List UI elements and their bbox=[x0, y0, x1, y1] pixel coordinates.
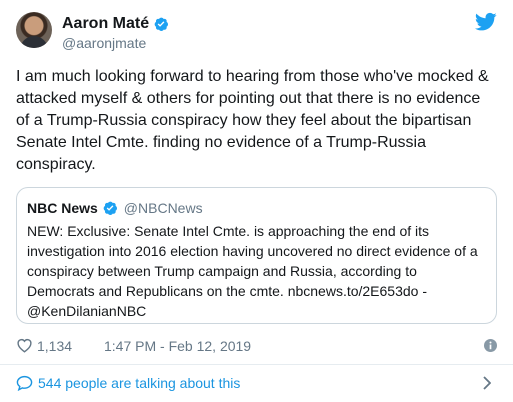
timestamp[interactable]: 1:47 PM - Feb 12, 2019 bbox=[104, 338, 251, 354]
tweet-meta: 1,134 1:47 PM - Feb 12, 2019 bbox=[16, 336, 497, 356]
chevron-right-icon[interactable] bbox=[483, 376, 491, 390]
divider bbox=[0, 364, 513, 365]
author-name[interactable]: Aaron Maté bbox=[62, 15, 149, 33]
avatar[interactable] bbox=[16, 12, 52, 48]
conversation-link[interactable]: 544 people are talking about this bbox=[16, 372, 497, 394]
people-talking-link[interactable]: 544 people are talking about this bbox=[38, 375, 240, 391]
like-count[interactable]: 1,134 bbox=[37, 338, 72, 354]
info-icon[interactable] bbox=[484, 339, 497, 352]
quoted-tweet-header: NBC News @NBCNews bbox=[27, 198, 203, 218]
speech-bubble-icon bbox=[16, 375, 33, 391]
quoted-author-name: NBC News bbox=[27, 200, 98, 216]
author-name-line[interactable]: Aaron Maté bbox=[62, 14, 169, 34]
twitter-bird-icon[interactable] bbox=[475, 12, 497, 32]
quoted-author-handle: @NBCNews bbox=[123, 200, 203, 216]
verified-badge-icon bbox=[154, 17, 169, 31]
verified-badge-icon bbox=[103, 201, 117, 215]
tweet-header: Aaron Maté @aaronjmate bbox=[16, 12, 497, 52]
heart-icon[interactable] bbox=[16, 337, 33, 353]
quoted-tweet-text: NEW: Exclusive: Senate Intel Cmte. is ap… bbox=[27, 223, 478, 319]
quoted-tweet[interactable]: NBC News @NBCNews NEW: Exclusive: Senate… bbox=[16, 187, 497, 324]
tweet-card: Aaron Maté @aaronjmate I am much looking… bbox=[0, 0, 513, 402]
tweet-text: I am much looking forward to hearing fro… bbox=[16, 68, 489, 173]
author-handle[interactable]: @aaronjmate bbox=[62, 35, 146, 51]
